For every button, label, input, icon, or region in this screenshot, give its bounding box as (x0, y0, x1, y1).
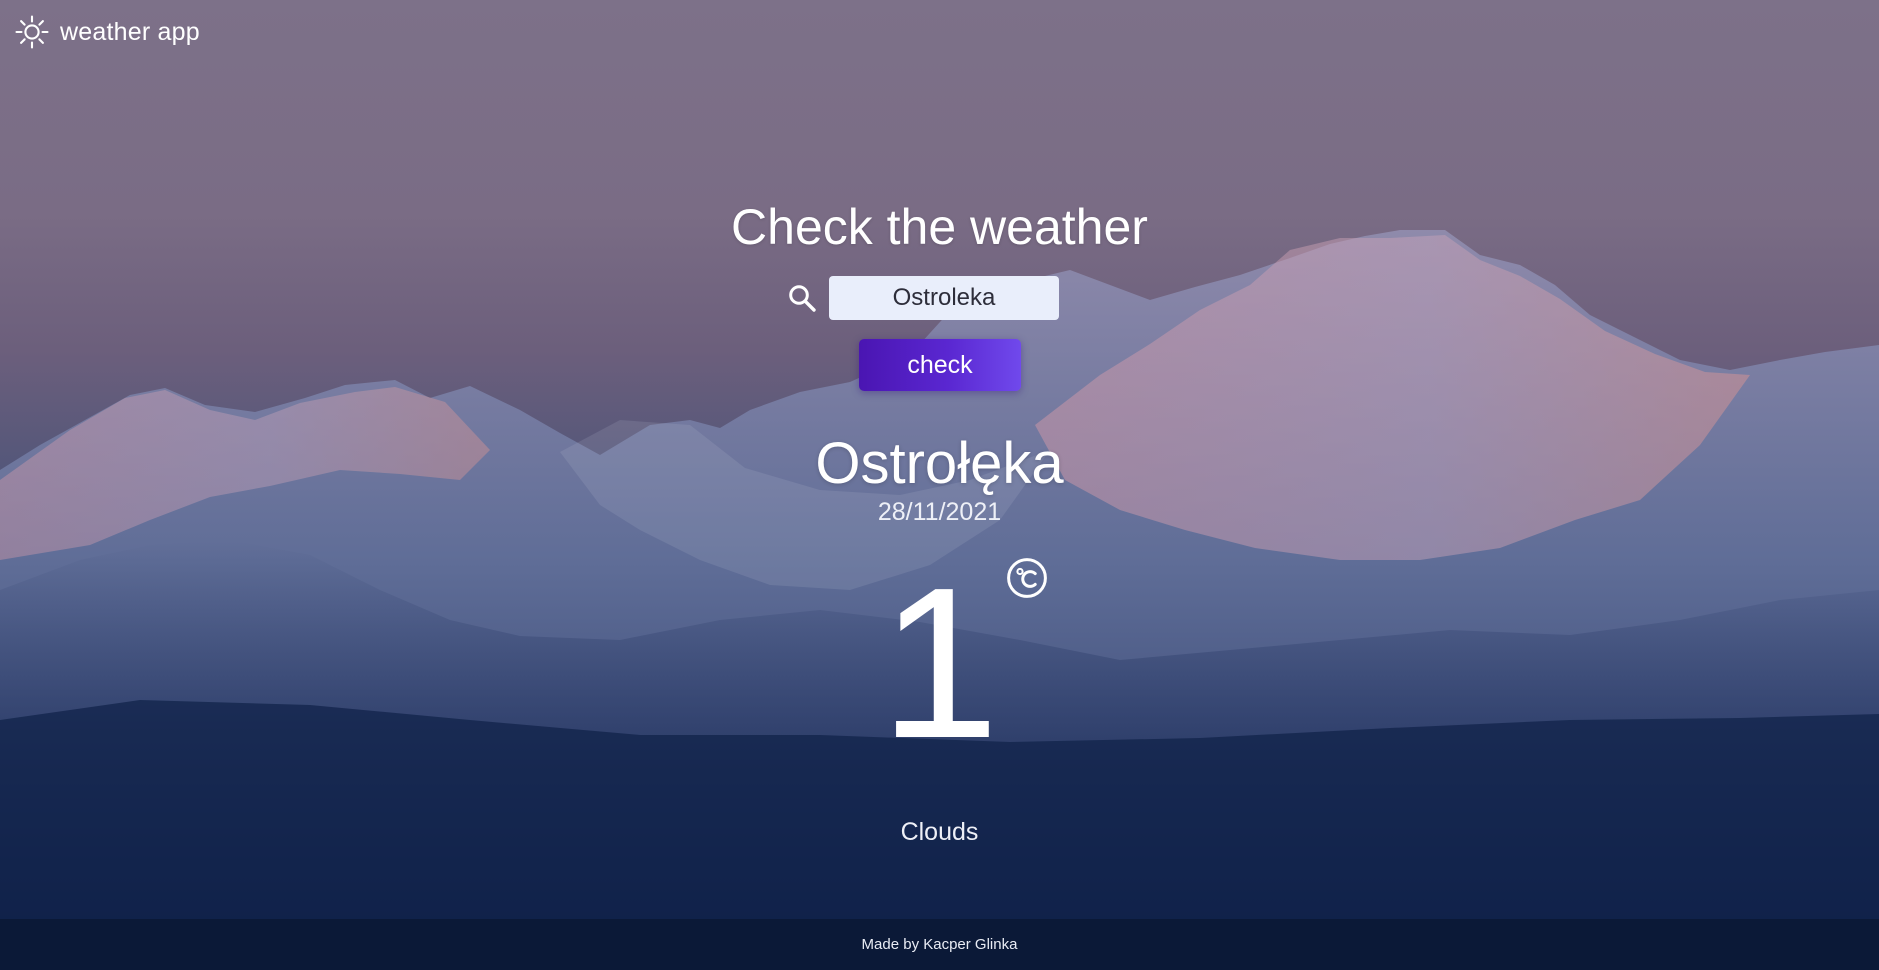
sun-icon (15, 15, 49, 49)
page-heading: Check the weather (731, 199, 1148, 255)
temperature-value: 1 (879, 542, 1000, 783)
app-name: weather app (60, 17, 200, 46)
footer: Made by Kacper Glinka (0, 919, 1879, 970)
brand: weather app (14, 14, 200, 50)
weather-date: 28/11/2021 (877, 498, 1002, 526)
search-icon (789, 285, 816, 312)
weather-condition: Clouds (900, 818, 979, 846)
check-button[interactable]: check (859, 339, 1021, 391)
footer-credit: Made by Kacper Glinka (861, 936, 1018, 953)
city-name: Ostrołęka (815, 431, 1064, 496)
city-search-input[interactable] (829, 276, 1059, 320)
weather-app-page: weather app Check the weather check Ostr… (0, 0, 1879, 970)
search-bar (787, 276, 1059, 320)
celsius-icon (1007, 558, 1047, 598)
